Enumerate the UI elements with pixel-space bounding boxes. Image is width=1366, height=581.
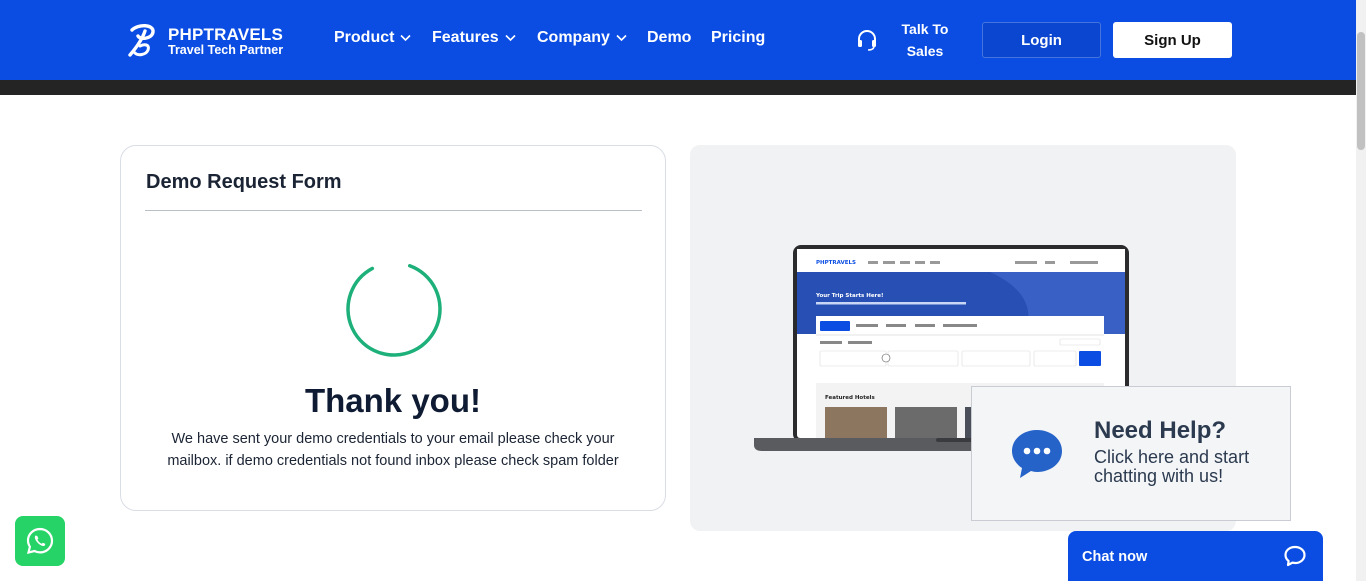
whatsapp-icon	[26, 527, 54, 555]
nav-features-label: Features	[432, 29, 499, 46]
nav-pricing[interactable]: Pricing	[711, 29, 765, 47]
help-title: Need Help?	[1094, 417, 1227, 444]
chat-bubble-icon	[1012, 430, 1062, 478]
brand-logo[interactable]: PHPTRAVELS Travel Tech Partner	[126, 22, 296, 60]
phptravels-logo-icon	[128, 24, 155, 57]
demo-request-card: Demo Request Form Thank you! We have sen…	[120, 145, 666, 511]
hero-image-strip	[0, 80, 1356, 95]
chevron-down-icon	[400, 34, 412, 42]
chat-now-bar[interactable]: Chat now	[1068, 531, 1323, 581]
login-button[interactable]: Login	[982, 22, 1101, 58]
chat-now-label: Chat now	[1082, 549, 1148, 565]
whatsapp-button[interactable]	[15, 516, 65, 566]
need-help-popup[interactable]: Need Help? Click here and start chatting…	[971, 386, 1291, 521]
nav-demo-label: Demo	[647, 29, 692, 46]
top-navbar: PHPTRAVELS Travel Tech Partner Product F…	[0, 0, 1356, 80]
screen-featured: Featured Hotels	[825, 395, 875, 401]
nav-company[interactable]: Company	[537, 29, 627, 47]
brand-name: PHPTRAVELS	[168, 24, 284, 44]
thank-you-heading: Thank you!	[304, 382, 481, 419]
chevron-down-icon	[616, 34, 627, 42]
chevron-down-icon	[505, 34, 516, 42]
thank-you-message: We have sent your demo credentials to yo…	[167, 431, 619, 469]
nav-company-label: Company	[537, 29, 610, 46]
talk-line-1: Talk To	[901, 21, 949, 37]
talk-to-sales[interactable]: Talk To Sales	[856, 18, 950, 62]
page-scrollbar[interactable]	[1356, 0, 1366, 581]
screen-hero-title: Your Trip Starts Here!	[815, 293, 884, 299]
nav-pricing-label: Pricing	[711, 29, 766, 46]
nav-features[interactable]: Features	[432, 29, 516, 47]
nav-product[interactable]: Product	[334, 29, 412, 47]
headset-icon	[858, 30, 876, 51]
scrollbar-thumb[interactable]	[1357, 32, 1365, 150]
nav-demo[interactable]: Demo	[647, 29, 691, 47]
loading-spinner-icon	[346, 261, 442, 357]
brand-tagline: Travel Tech Partner	[168, 42, 284, 57]
talk-line-2: Sales	[906, 43, 944, 59]
help-subtitle: Click here and start chatting with us!	[1094, 447, 1250, 486]
form-title: Demo Request Form	[146, 171, 342, 193]
screen-brand: PHPTRAVELS	[816, 260, 856, 266]
signup-button[interactable]: Sign Up	[1113, 22, 1232, 58]
form-divider	[145, 210, 642, 211]
chat-bubble-icon	[1284, 545, 1306, 567]
nav-product-label: Product	[334, 29, 395, 46]
